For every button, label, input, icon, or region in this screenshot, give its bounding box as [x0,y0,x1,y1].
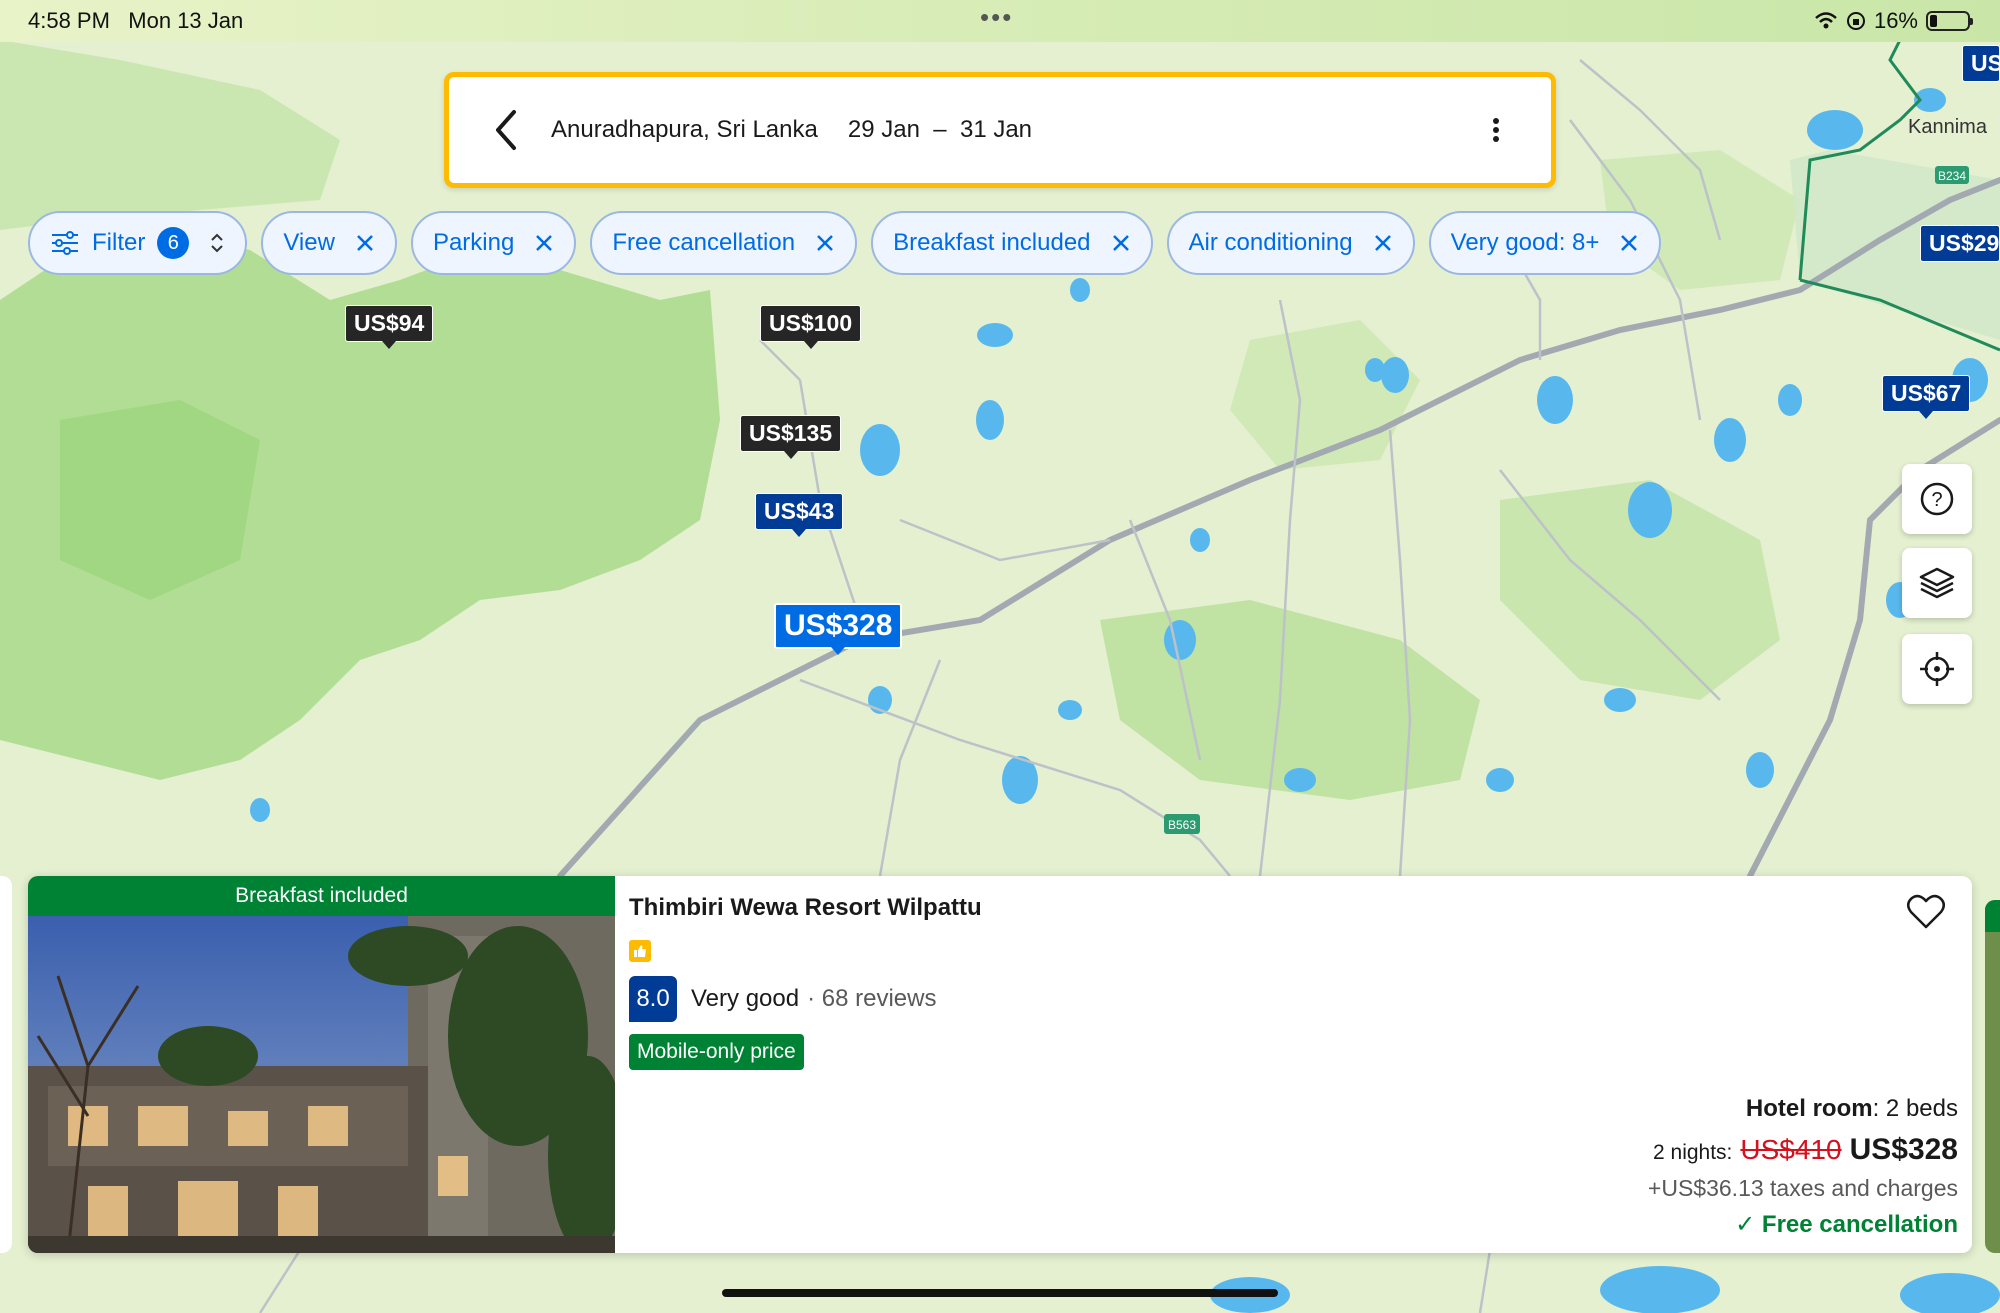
layers-icon [1919,567,1955,599]
price-marker[interactable]: US$67 [1882,375,1971,419]
price-marker[interactable]: US$29 [1920,225,2000,262]
chip-free-cancellation[interactable]: Free cancellation [590,211,858,275]
original-price: US$410 [1740,1134,1842,1165]
thumbs-up-icon [629,940,651,962]
road-label-b563: B563 [1168,818,1196,832]
status-time: 4:58 PM Mon 13 Jan [28,8,244,33]
place-label: Kannima [1908,116,1987,138]
heart-icon [1907,894,1945,929]
close-icon[interactable] [1619,233,1639,253]
wifi-icon [1815,12,1837,29]
help-icon: ? [1920,482,1954,516]
chip-breakfast-included[interactable]: Breakfast included [871,211,1153,275]
sort-arrows-icon [211,233,224,253]
status-bar: 4:58 PM Mon 13 Jan ••• 16% [0,0,2000,42]
svg-text:?: ? [1931,489,1942,511]
status-indicators: 16% [1814,8,1973,34]
property-details: Thimbiri Wewa Resort Wilpattu 8.0 Very g… [615,876,1972,1253]
back-button[interactable] [479,103,533,157]
locate-button[interactable] [1902,634,1972,704]
close-icon[interactable] [815,233,835,253]
battery-percent: 16% [1873,8,1918,33]
search-dates: 29 Jan – 31 Jan [847,116,1033,143]
price-marker[interactable]: US$94 [345,305,434,349]
close-icon[interactable] [534,233,554,253]
price-line: 2 nights: US$410 US$328 [1648,1133,1958,1167]
hotel-name[interactable]: Thimbiri Wewa Resort Wilpattu [629,894,1958,922]
property-card[interactable]: Breakfast included Thimbiri Wewa Resort … [28,876,1972,1253]
rating-word: Very good [691,985,800,1012]
filter-count-badge: 6 [157,227,190,259]
nights-label: 2 nights: [1653,1141,1733,1164]
road-label-b234: B234 [1938,169,1966,183]
close-icon[interactable] [1111,233,1131,253]
price-marker-selected[interactable]: US$328 [774,603,903,655]
search-location: Anuradhapura, Sri Lanka [551,116,818,143]
chip-view[interactable]: View [261,211,397,275]
previous-card-peek[interactable] [0,876,12,1253]
sliders-icon [52,231,78,255]
close-icon[interactable] [355,233,375,253]
price-marker[interactable]: US$43 [755,493,844,537]
layers-button[interactable] [1902,548,1972,618]
price-marker[interactable]: US [1962,45,2000,82]
chip-air-conditioning[interactable]: Air conditioning [1166,211,1415,275]
property-photo[interactable]: Breakfast included [28,876,628,1253]
orientation-lock-icon [1846,12,1865,30]
locate-icon [1920,652,1954,686]
hotel-image [28,916,628,1253]
filter-label: Filter [92,229,146,256]
search-summary-bar[interactable]: Anuradhapura, Sri Lanka 29 Jan – 31 Jan [444,72,1556,188]
review-score: 8.0 [629,976,677,1022]
home-indicator[interactable] [722,1289,1278,1297]
price-marker[interactable]: US$135 [740,415,842,459]
taxes-and-charges: +US$36.13 taxes and charges [1647,1175,1958,1201]
close-icon[interactable] [1373,233,1393,253]
more-options-button[interactable] [1481,105,1511,155]
price-marker[interactable]: US$100 [760,305,862,349]
room-info: Hotel room: 2 beds [1745,1095,1958,1122]
price-block: Hotel room: 2 beds 2 nights: US$410 US$3… [1648,1095,1958,1239]
filter-button[interactable]: Filter 6 [28,211,248,275]
chip-parking[interactable]: Parking [410,211,577,275]
multitasking-dots[interactable]: ••• [980,2,1013,33]
mobile-only-badge: Mobile-only price [629,1034,804,1070]
chip-very-good-8-plus[interactable]: Very good: 8+ [1428,211,1662,275]
save-button[interactable] [1906,892,1946,932]
review-count: · 68 reviews [807,985,937,1012]
help-button[interactable]: ? [1902,464,1972,534]
free-cancellation-label: ✓ Free cancellation [1735,1211,1958,1238]
battery-icon [1926,11,1973,31]
chevron-left-icon [496,110,516,150]
rating-row: 8.0 Very good · 68 reviews [629,976,1958,1022]
current-price: US$328 [1849,1133,1958,1166]
next-card-peek[interactable] [1985,900,2000,1253]
breakfast-ribbon: Breakfast included [28,876,615,916]
more-vertical-icon [1493,118,1499,142]
filter-chips: Filter 6 View Parking Free cancellation … [28,211,1662,275]
